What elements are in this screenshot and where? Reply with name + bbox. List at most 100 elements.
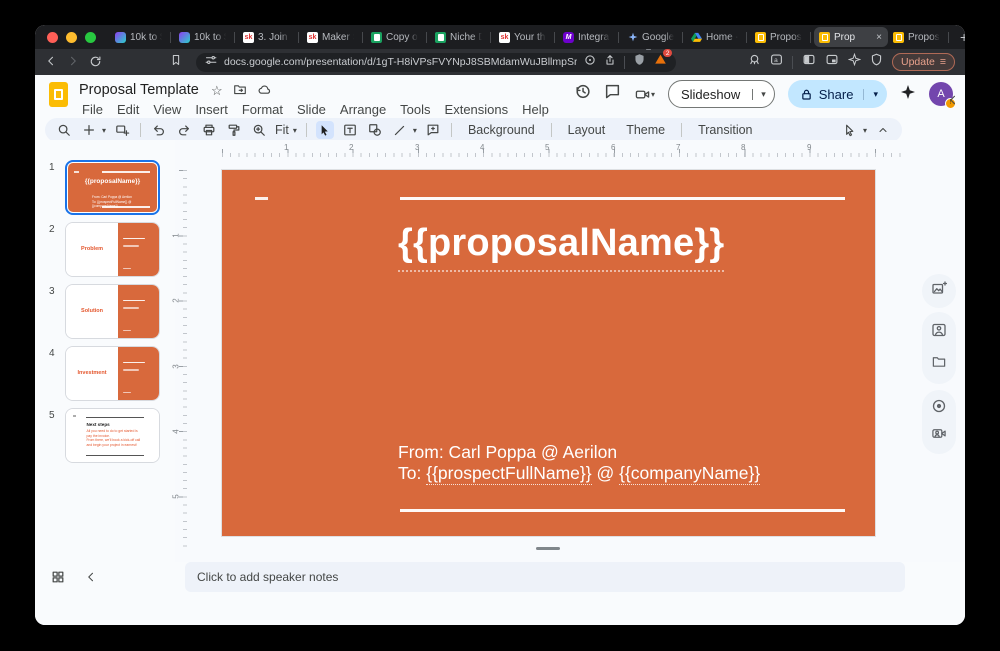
browser-tab-active[interactable]: Prop× <box>814 27 888 47</box>
new-slide-layout-icon[interactable] <box>113 121 131 139</box>
browser-tab[interactable]: 10k to $1 <box>174 27 231 47</box>
slideshow-dropdown[interactable]: ▾ <box>752 89 774 100</box>
menu-edit[interactable]: Edit <box>110 101 146 118</box>
menu-extensions[interactable]: Extensions <box>438 101 516 118</box>
browser-tab[interactable]: skYour thi <box>494 27 551 47</box>
menu-slide[interactable]: Slide <box>290 101 333 118</box>
redo-button[interactable] <box>175 121 193 139</box>
browser-tab[interactable]: Copy of <box>366 27 423 47</box>
zoom-dropdown[interactable]: ▾ <box>293 126 297 135</box>
chevron-down-icon[interactable]: ▾ <box>651 90 655 99</box>
move-folder-icon[interactable] <box>233 83 247 99</box>
pointer-dropdown[interactable]: ▾ <box>863 126 867 135</box>
grid-view-icon[interactable] <box>51 570 65 589</box>
sparkle-icon[interactable] <box>848 53 861 71</box>
slide-thumbnail-4[interactable]: 4 Investment <box>65 346 160 401</box>
extension-blob-icon[interactable] <box>748 53 761 71</box>
company-chip[interactable]: {{companyName}} <box>619 463 760 485</box>
gemini-sparkle-icon[interactable] <box>900 84 916 105</box>
slide-thumbnail-1[interactable]: 1 {{proposalName}} From: Carl Poppa @ Ae… <box>65 160 160 215</box>
slide-editor-canvas[interactable]: {{proposalName}} From: Carl Poppa @ Aeri… <box>222 170 875 536</box>
new-tab-button[interactable]: + <box>960 29 965 45</box>
close-window-button[interactable] <box>47 32 58 43</box>
menu-tools[interactable]: Tools <box>393 101 437 118</box>
slideshow-button[interactable]: Slideshow <box>669 87 752 102</box>
browser-tab[interactable]: Google <box>622 27 679 47</box>
insert-line-icon[interactable] <box>391 121 409 139</box>
theme-button[interactable]: Theme <box>619 123 672 137</box>
document-title[interactable]: Proposal Template <box>79 82 199 98</box>
slide-thumbnail-3[interactable]: 3 Solution <box>65 284 160 339</box>
add-slide-dropdown[interactable]: ▾ <box>102 126 106 135</box>
collapse-sidebar-icon[interactable] <box>947 93 959 111</box>
version-history-icon[interactable] <box>574 83 591 105</box>
prospect-chip[interactable]: {{prospectFullName}} <box>426 463 591 485</box>
paint-format-icon[interactable] <box>225 121 243 139</box>
forward-button[interactable] <box>67 55 79 69</box>
print-button[interactable] <box>200 121 218 139</box>
menu-help[interactable]: Help <box>515 101 556 118</box>
text-box-icon[interactable] <box>341 121 359 139</box>
speaker-notes-input[interactable]: Click to add speaker notes <box>185 562 905 592</box>
back-button[interactable] <box>45 55 57 69</box>
slide-title-textbox[interactable]: {{proposalName}} <box>398 222 724 272</box>
minimize-window-button[interactable] <box>66 32 77 43</box>
comments-icon[interactable] <box>604 83 621 105</box>
browser-tab[interactable]: sk3. Join 3 <box>238 27 295 47</box>
undo-button[interactable] <box>150 121 168 139</box>
folder-icon[interactable] <box>931 354 947 374</box>
browser-tab[interactable]: Niche Di <box>430 27 487 47</box>
pointer-options-icon[interactable] <box>841 121 859 139</box>
photo-library-icon[interactable] <box>931 322 947 343</box>
slide-thumbnail-2[interactable]: 2 Problem <box>65 222 160 277</box>
insert-image-icon[interactable] <box>931 281 947 302</box>
menu-file[interactable]: File <box>75 101 110 118</box>
record-icon[interactable] <box>931 398 947 419</box>
add-slide-button[interactable] <box>80 121 98 139</box>
transition-button[interactable]: Transition <box>691 123 759 137</box>
side-panel-icon[interactable] <box>802 53 816 71</box>
cloud-status-icon[interactable] <box>257 83 272 99</box>
insert-comment-icon[interactable] <box>424 121 442 139</box>
menu-format[interactable]: Format <box>235 101 290 118</box>
browser-tab[interactable]: Proposal <box>888 27 945 47</box>
site-settings-icon[interactable] <box>205 53 217 71</box>
triangle-extension-icon[interactable]: 2 <box>654 53 667 71</box>
select-tool-icon[interactable] <box>316 121 334 139</box>
zoom-select[interactable]: Fit <box>275 123 289 137</box>
menu-insert[interactable]: Insert <box>188 101 235 118</box>
collapse-toolbar-icon[interactable] <box>874 121 892 139</box>
privacy-shield-icon[interactable] <box>870 53 883 71</box>
shield-extension-icon[interactable] <box>633 53 646 71</box>
zoom-icon[interactable] <box>250 121 268 139</box>
browser-tab[interactable]: Proposal <box>750 27 807 47</box>
tab-close-icon[interactable]: × <box>875 32 883 43</box>
background-button[interactable]: Background <box>461 123 542 137</box>
share-dropdown[interactable]: ▾ <box>863 89 887 100</box>
bookmark-icon[interactable] <box>170 53 182 71</box>
reading-mode-icon[interactable] <box>584 53 596 71</box>
browser-tab[interactable]: skMaker Sc <box>302 27 359 47</box>
reload-button[interactable] <box>89 55 102 70</box>
share-page-icon[interactable] <box>604 53 616 71</box>
insert-shape-icon[interactable] <box>366 121 384 139</box>
tab-search-icon[interactable]: a <box>770 53 783 71</box>
star-icon[interactable]: ☆ <box>211 83 223 99</box>
slide-fromto-textbox[interactable]: From: Carl Poppa @ Aerilon To: {{prospec… <box>398 442 760 484</box>
address-bar[interactable]: docs.google.com/presentation/d/1gT-H8iVP… <box>196 53 676 72</box>
collapse-filmstrip-icon[interactable] <box>85 570 97 588</box>
layout-button[interactable]: Layout <box>561 123 613 137</box>
notes-resize-handle[interactable] <box>536 547 560 550</box>
menu-view[interactable]: View <box>146 101 188 118</box>
share-button[interactable]: Share <box>788 87 864 102</box>
slides-logo-icon[interactable] <box>49 82 68 107</box>
meet-camera-icon[interactable]: ▾ <box>634 87 655 102</box>
slide-thumbnail-5[interactable]: 5 Next steps All you need to do to get s… <box>65 408 160 463</box>
search-menus-icon[interactable] <box>55 121 73 139</box>
picture-in-picture-icon[interactable] <box>825 53 839 71</box>
camera-record-icon[interactable] <box>931 426 947 446</box>
fullscreen-window-button[interactable] <box>85 32 96 43</box>
browser-tab[interactable]: Home - <box>686 27 743 47</box>
menu-arrange[interactable]: Arrange <box>333 101 393 118</box>
line-dropdown[interactable]: ▾ <box>413 126 417 135</box>
